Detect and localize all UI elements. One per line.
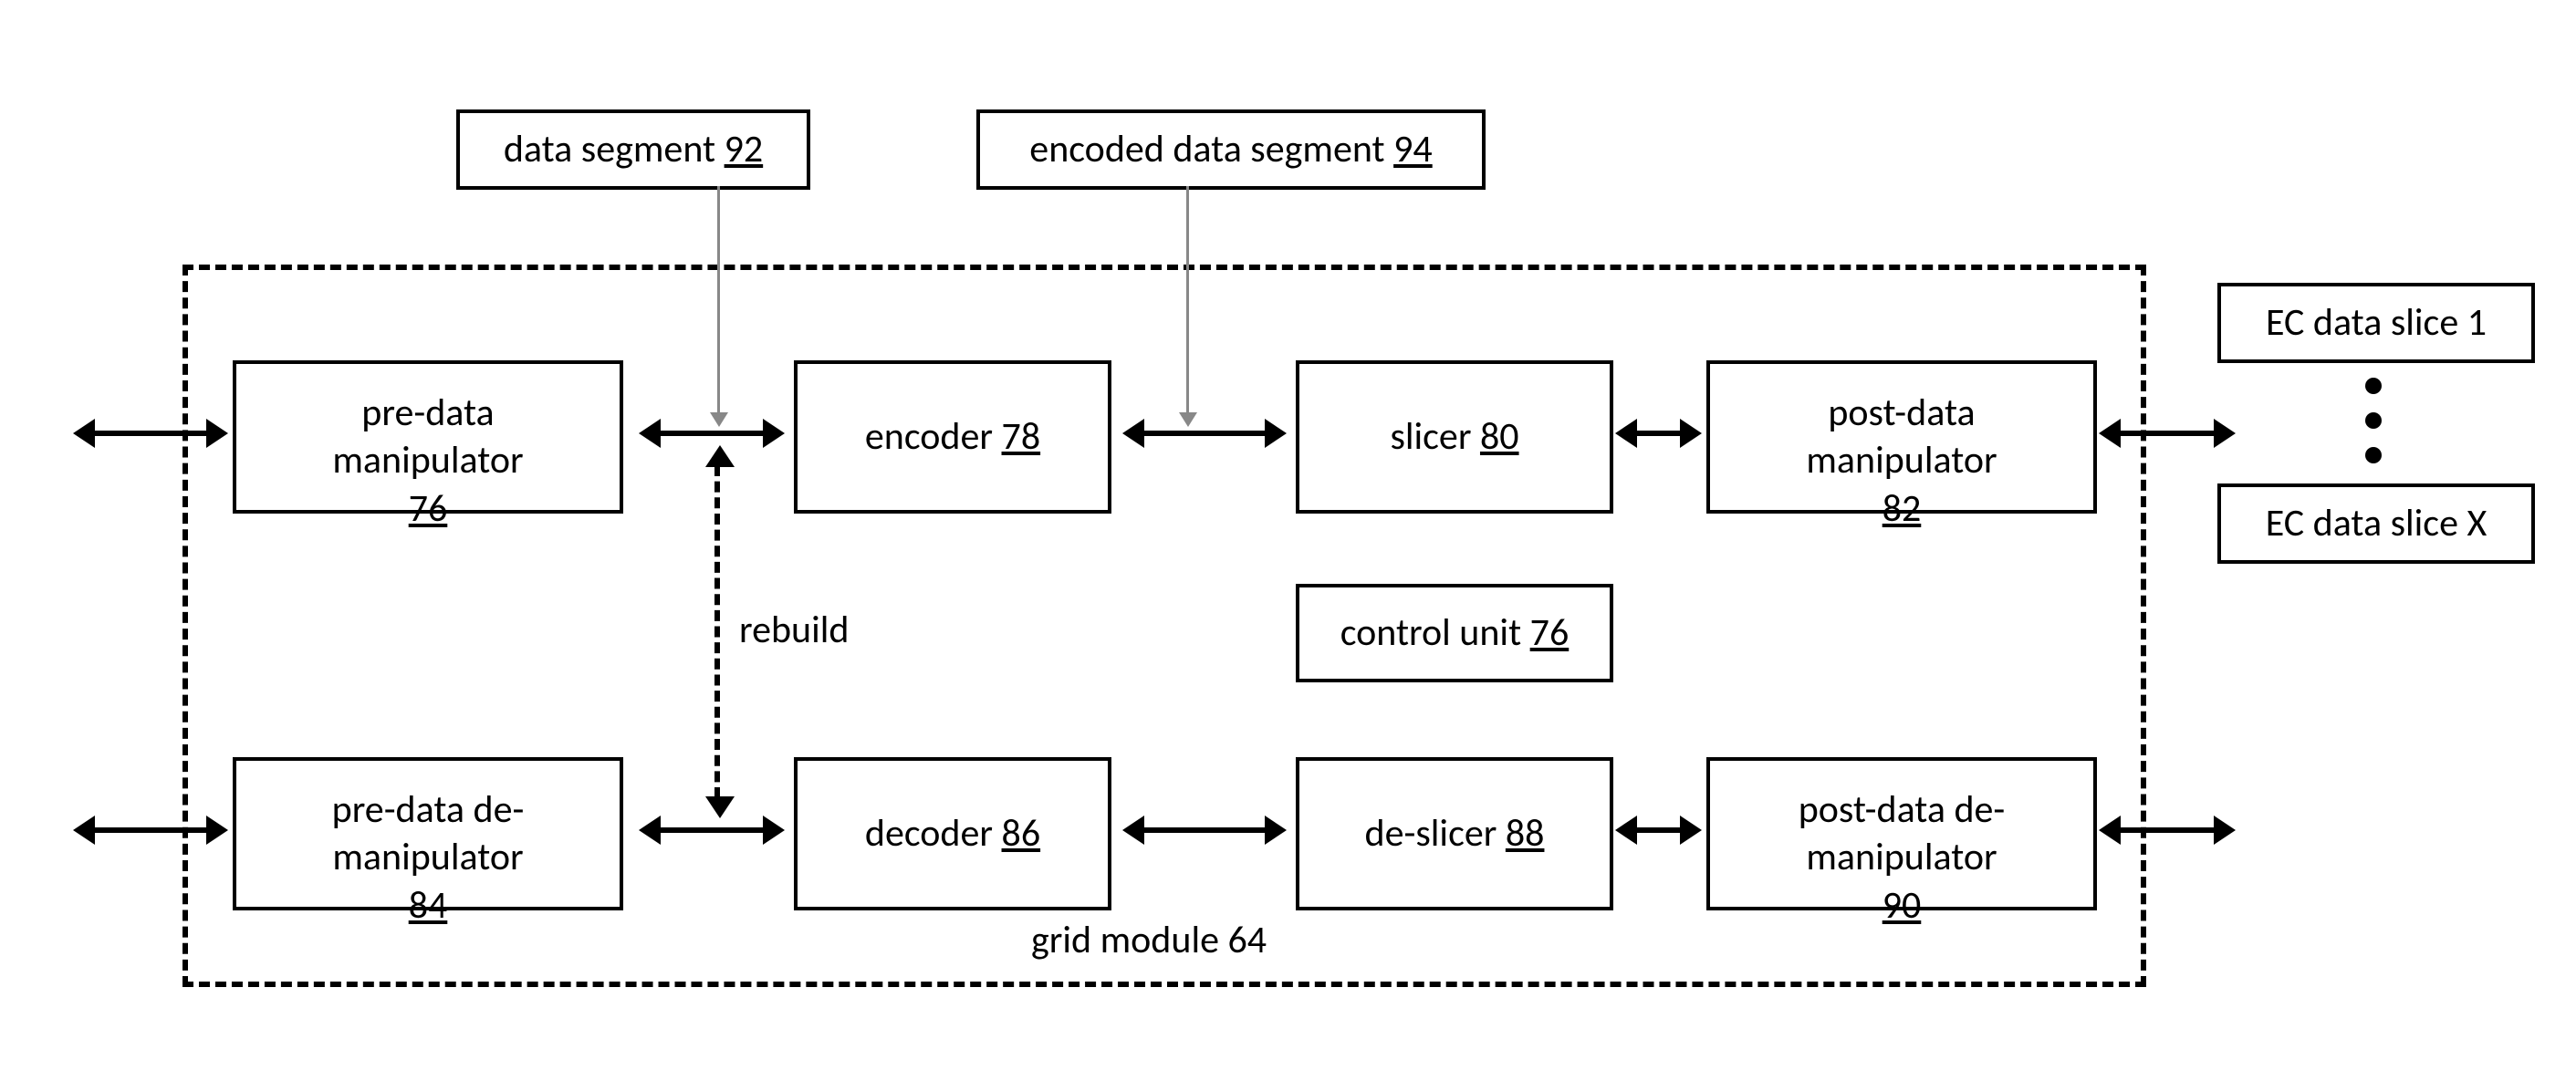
data-segment-leader-arrow bbox=[710, 412, 728, 427]
arrow-ext-right-bot bbox=[2117, 827, 2217, 833]
control-unit-text: control unit bbox=[1340, 609, 1521, 656]
ec-data-slice-1-text: EC data slice 1 bbox=[2266, 299, 2487, 348]
encoder: encoder 78 bbox=[794, 360, 1111, 514]
encoder-text: encoder bbox=[865, 413, 993, 460]
decoder-text: decoder bbox=[865, 810, 993, 857]
decoder-num: 86 bbox=[1002, 810, 1041, 857]
encoded-segment-leader-arrow bbox=[1179, 412, 1197, 427]
control-unit-num: 76 bbox=[1530, 609, 1570, 656]
de-slicer: de-slicer 88 bbox=[1296, 757, 1613, 910]
rebuild-label: rebuild bbox=[739, 607, 849, 653]
ec-data-slice-x: EC data slice X bbox=[2217, 483, 2535, 564]
ellipsis-dot-2 bbox=[2365, 412, 2382, 429]
data-segment-num: 92 bbox=[725, 126, 764, 172]
control-unit: control unit 76 bbox=[1296, 584, 1613, 682]
encoded-data-segment-callout: encoded data segment 94 bbox=[976, 109, 1486, 190]
decoder: decoder 86 bbox=[794, 757, 1111, 910]
pre-data-de-manipulator: pre-data de- manipulator 84 bbox=[233, 757, 623, 910]
slicer: slicer 80 bbox=[1296, 360, 1613, 514]
pre-data-manipulator-text: pre-data manipulator bbox=[332, 390, 523, 484]
arrow-ext-right-top bbox=[2117, 431, 2217, 436]
pre-data-de-manipulator-text: pre-data de- manipulator bbox=[332, 786, 525, 881]
data-segment-callout: data segment 92 bbox=[456, 109, 810, 190]
post-data-de-manipulator-text: post-data de- manipulator bbox=[1799, 786, 2006, 881]
post-data-de-manipulator-num: 90 bbox=[1882, 882, 1922, 929]
slicer-text: slicer bbox=[1390, 413, 1471, 460]
ellipsis-dot-1 bbox=[2365, 378, 2382, 394]
post-data-manipulator: post-data manipulator 82 bbox=[1706, 360, 2097, 514]
arrow-slicer-postdm bbox=[1633, 431, 1684, 436]
encoded-segment-num: 94 bbox=[1393, 126, 1433, 172]
arrow-predemanip-decoder bbox=[657, 827, 767, 833]
ec-data-slice-x-text: EC data slice X bbox=[2266, 500, 2487, 548]
post-data-manipulator-num: 82 bbox=[1882, 485, 1922, 532]
pre-data-manipulator: pre-data manipulator 76 bbox=[233, 360, 623, 514]
arrow-decoder-deslicer bbox=[1141, 827, 1268, 833]
ellipsis-dot-3 bbox=[2365, 447, 2382, 463]
grid-module-label: grid module 64 bbox=[1031, 917, 1267, 963]
encoder-num: 78 bbox=[1002, 413, 1041, 460]
arrow-predm-encoder bbox=[657, 431, 767, 436]
arrow-ext-left-bot bbox=[91, 827, 210, 833]
encoded-segment-leader bbox=[1186, 186, 1189, 414]
pre-data-manipulator-num: 76 bbox=[409, 485, 448, 532]
post-data-de-manipulator: post-data de- manipulator 90 bbox=[1706, 757, 2097, 910]
ec-data-slice-1: EC data slice 1 bbox=[2217, 283, 2535, 363]
arrow-deslicer-postdemanip bbox=[1633, 827, 1684, 833]
slicer-num: 80 bbox=[1480, 413, 1519, 460]
grid-module-num: 64 bbox=[1227, 917, 1267, 963]
grid-module-text: grid module bbox=[1031, 917, 1219, 963]
rebuild-arrow bbox=[714, 465, 720, 798]
arrow-encoder-slicer bbox=[1141, 431, 1268, 436]
post-data-manipulator-text: post-data manipulator bbox=[1806, 390, 1997, 484]
diagram-canvas: data segment 92 encoded data segment 94 … bbox=[0, 0, 2576, 1081]
data-segment-text: data segment bbox=[504, 126, 715, 172]
de-slicer-text: de-slicer bbox=[1365, 810, 1497, 857]
arrow-ext-left-top bbox=[91, 431, 210, 436]
data-segment-leader bbox=[717, 186, 720, 414]
encoded-segment-text: encoded data segment bbox=[1029, 126, 1384, 172]
de-slicer-num: 88 bbox=[1506, 810, 1545, 857]
pre-data-de-manipulator-num: 84 bbox=[409, 882, 448, 929]
